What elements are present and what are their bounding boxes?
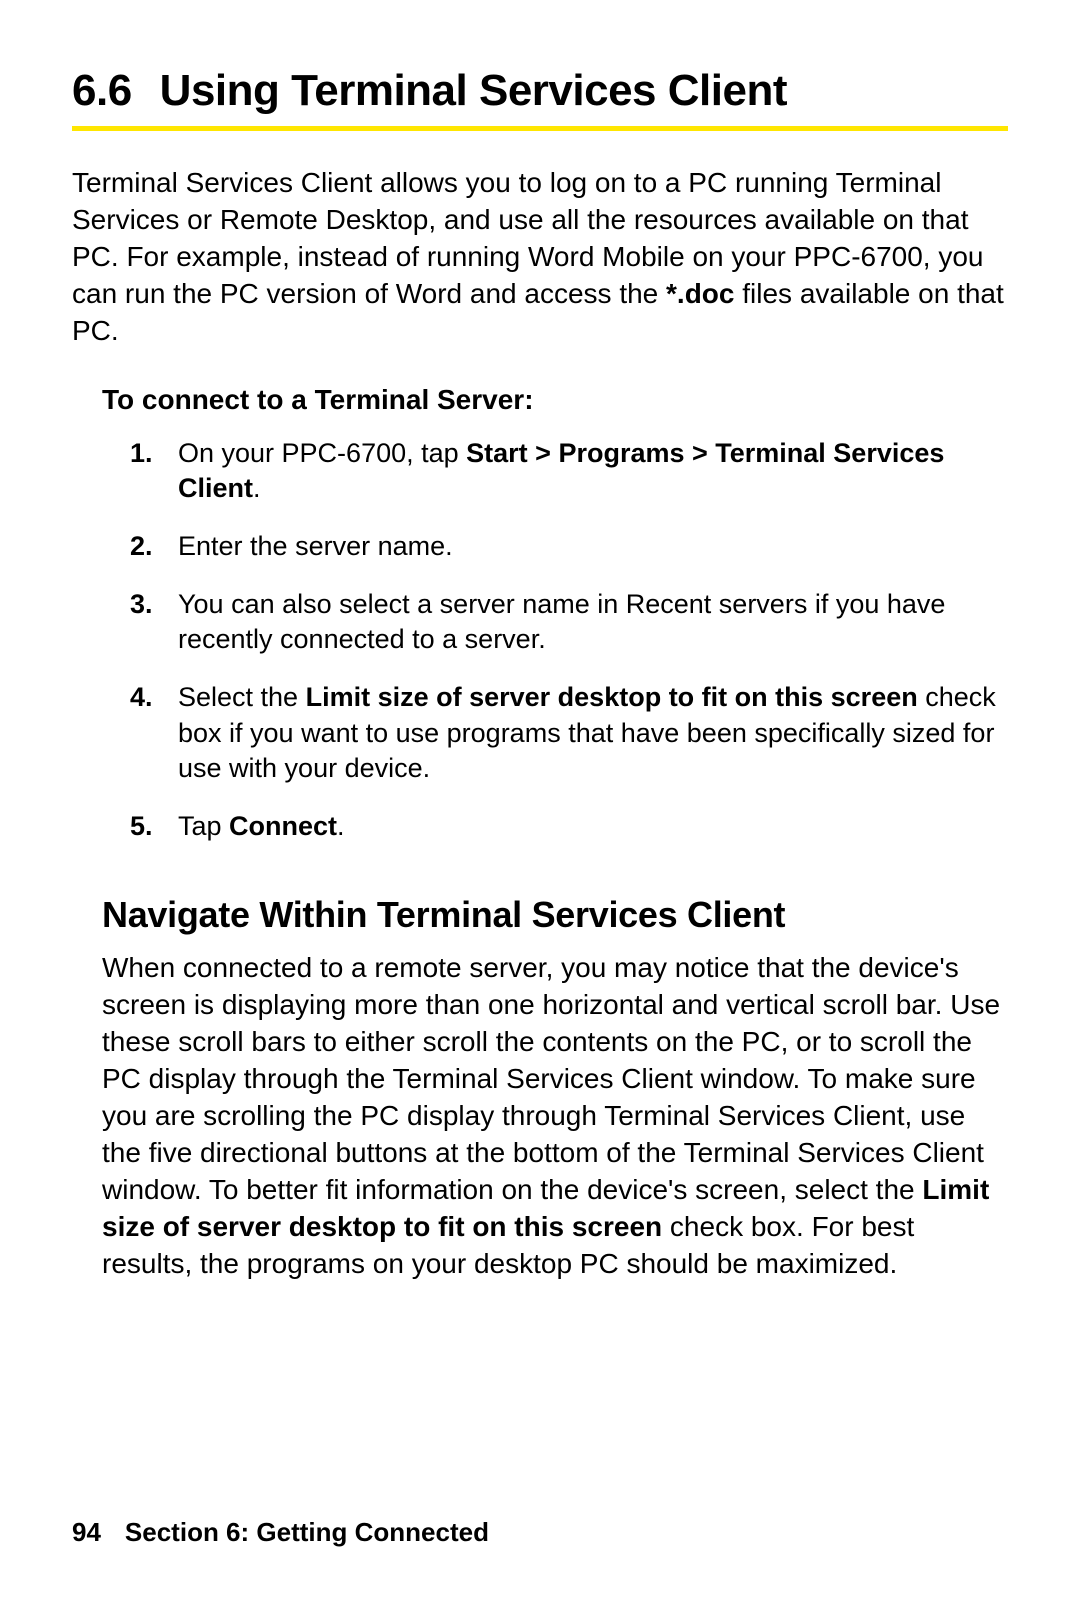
- procedure-steps: 1. On your PPC-6700, tap Start > Program…: [72, 436, 1008, 845]
- step-number: 2.: [130, 529, 153, 565]
- step-item: 3. You can also select a server name in …: [178, 587, 1008, 658]
- heading-title: Using Terminal Services Client: [160, 66, 787, 115]
- section-body: When connected to a remote server, you m…: [102, 950, 1008, 1283]
- step-text-a: You can also select a server name in Rec…: [178, 589, 945, 655]
- step-text-b: Limit size of server desktop to fit on t…: [306, 682, 918, 712]
- step-number: 5.: [130, 809, 153, 845]
- page-footer: 94 Section 6: Getting Connected: [72, 1517, 489, 1548]
- step-item: 4. Select the Limit size of server deskt…: [178, 680, 1008, 787]
- intro-text-bold: *.doc: [666, 278, 734, 309]
- step-item: 5. Tap Connect.: [178, 809, 1008, 845]
- step-text-a: Enter the server name.: [178, 531, 453, 561]
- step-number: 1.: [130, 436, 153, 472]
- footer-label: Section 6: Getting Connected: [125, 1517, 489, 1547]
- section-body-pre: When connected to a remote server, you m…: [102, 952, 1000, 1205]
- step-text-a: Tap: [178, 811, 229, 841]
- step-text-c: .: [253, 473, 261, 503]
- heading-underline: [72, 126, 1008, 131]
- step-text-a: On your PPC-6700, tap: [178, 438, 466, 468]
- document-page: 6.6 Using Terminal Services Client Termin…: [0, 0, 1080, 1614]
- step-text-a: Select the: [178, 682, 306, 712]
- step-number: 4.: [130, 680, 153, 716]
- step-item: 1. On your PPC-6700, tap Start > Program…: [178, 436, 1008, 507]
- step-number: 3.: [130, 587, 153, 623]
- step-text-c: .: [337, 811, 345, 841]
- section-heading: Navigate Within Terminal Services Client: [102, 894, 1008, 936]
- procedure-heading: To connect to a Terminal Server:: [102, 384, 1008, 416]
- page-heading: 6.6 Using Terminal Services Client: [72, 66, 1008, 116]
- step-text-b: Connect: [229, 811, 337, 841]
- step-item: 2. Enter the server name.: [178, 529, 1008, 565]
- page-number: 94: [72, 1517, 101, 1547]
- heading-number: 6.6: [72, 66, 132, 116]
- intro-paragraph: Terminal Services Client allows you to l…: [72, 165, 1008, 350]
